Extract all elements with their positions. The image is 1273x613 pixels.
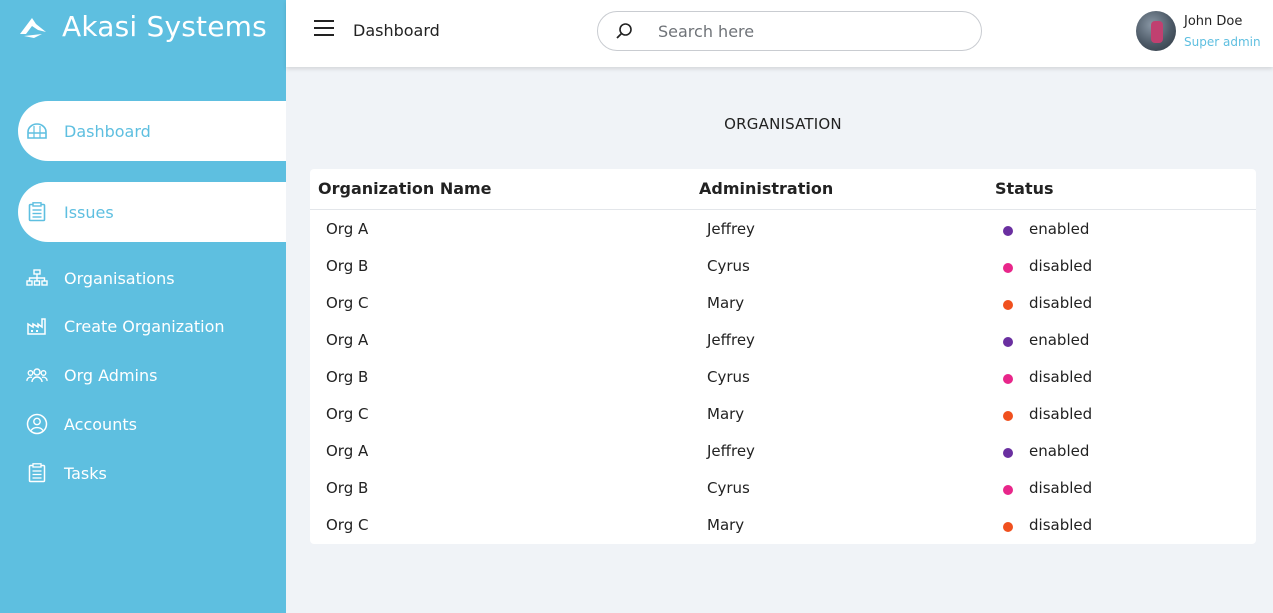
page-title: Dashboard <box>353 21 440 40</box>
status-dot-icon <box>1003 226 1013 236</box>
sidebar-item-label: Create Organization <box>64 316 225 336</box>
cell-organization-name: Org A <box>326 331 369 349</box>
table-row[interactable]: Org C Mary disabled <box>310 285 1256 322</box>
clipboard-list-icon <box>26 201 48 223</box>
status-badge: disabled <box>1029 405 1093 423</box>
cell-administration: Mary <box>707 405 745 423</box>
table-row[interactable]: Org B Cyrus disabled <box>310 248 1256 285</box>
table-row[interactable]: Org A Jeffrey enabled <box>310 322 1256 359</box>
status-dot-icon <box>1003 485 1013 495</box>
sidebar-item-create-organization[interactable]: Create Organization <box>18 314 286 338</box>
section-title: ORGANISATION <box>724 115 842 133</box>
user-menu[interactable]: John Doe Super admin <box>1136 11 1261 51</box>
sidebar-item-label: Org Admins <box>64 365 158 385</box>
status-badge: disabled <box>1029 294 1093 312</box>
brand-name: Akasi Systems <box>62 10 267 43</box>
user-role: Super admin <box>1184 34 1261 49</box>
sidebar-item-label: Issues <box>64 202 114 222</box>
search-icon <box>616 23 632 39</box>
status-dot-icon <box>1003 374 1013 384</box>
sidebar-item-label: Accounts <box>64 414 137 434</box>
cell-organization-name: Org B <box>326 479 369 497</box>
sidebar-item-accounts[interactable]: Accounts <box>18 412 286 436</box>
organisation-table: Organization Name Administration Status … <box>310 169 1256 544</box>
sidebar-item-issues[interactable]: Issues <box>18 182 286 242</box>
cell-organization-name: Org B <box>326 257 369 275</box>
column-header-status[interactable]: Status <box>995 179 1054 198</box>
cell-administration: Cyrus <box>707 368 750 386</box>
cell-administration: Jeffrey <box>707 220 755 238</box>
cell-administration: Cyrus <box>707 479 750 497</box>
user-circle-icon <box>26 413 48 435</box>
cell-organization-name: Org C <box>326 294 369 312</box>
search-box[interactable] <box>597 11 982 51</box>
cell-administration: Jeffrey <box>707 442 755 460</box>
status-dot-icon <box>1003 300 1013 310</box>
cell-organization-name: Org C <box>326 516 369 534</box>
status-badge: disabled <box>1029 516 1093 534</box>
status-badge: enabled <box>1029 331 1090 349</box>
sidebar-item-tasks[interactable]: Tasks <box>18 461 286 485</box>
sidebar-item-label: Tasks <box>64 463 107 483</box>
table-row[interactable]: Org C Mary disabled <box>310 507 1256 544</box>
status-badge: enabled <box>1029 442 1090 460</box>
sidebar-item-label: Organisations <box>64 268 175 288</box>
status-dot-icon <box>1003 337 1013 347</box>
cell-administration: Cyrus <box>707 257 750 275</box>
status-badge: enabled <box>1029 220 1090 238</box>
cell-organization-name: Org B <box>326 368 369 386</box>
status-badge: disabled <box>1029 368 1093 386</box>
org-chart-icon <box>26 267 48 289</box>
factory-icon <box>26 315 48 337</box>
cell-administration: Mary <box>707 516 745 534</box>
search-input[interactable] <box>656 20 936 42</box>
sidebar-item-organisations[interactable]: Organisations <box>18 266 286 290</box>
table-header: Organization Name Administration Status <box>310 169 1256 210</box>
column-header-administration[interactable]: Administration <box>699 179 833 198</box>
cell-organization-name: Org C <box>326 405 369 423</box>
cell-administration: Jeffrey <box>707 331 755 349</box>
sidebar-item-org-admins[interactable]: Org Admins <box>18 363 286 387</box>
dome-icon <box>26 120 48 142</box>
status-badge: disabled <box>1029 257 1093 275</box>
sidebar-item-dashboard[interactable]: Dashboard <box>18 101 286 161</box>
cell-organization-name: Org A <box>326 220 369 238</box>
status-dot-icon <box>1003 448 1013 458</box>
column-header-organization-name[interactable]: Organization Name <box>318 179 492 198</box>
table-row[interactable]: Org A Jeffrey enabled <box>310 433 1256 470</box>
group-icon <box>26 364 48 386</box>
status-dot-icon <box>1003 411 1013 421</box>
menu-toggle-icon[interactable] <box>314 20 334 36</box>
table-row[interactable]: Org B Cyrus disabled <box>310 470 1256 507</box>
avatar[interactable] <box>1136 11 1176 51</box>
status-dot-icon <box>1003 522 1013 532</box>
brand[interactable]: Akasi Systems <box>18 10 267 43</box>
clipboard-icon <box>26 462 48 484</box>
top-header: Dashboard John Doe Super admin <box>286 0 1273 67</box>
cell-organization-name: Org A <box>326 442 369 460</box>
logo-icon <box>20 17 46 38</box>
sidebar: Akasi Systems Dashboard Issues Organisat… <box>0 0 286 613</box>
table-row[interactable]: Org A Jeffrey enabled <box>310 211 1256 248</box>
user-name: John Doe <box>1184 13 1243 29</box>
table-row[interactable]: Org C Mary disabled <box>310 396 1256 433</box>
table-row[interactable]: Org B Cyrus disabled <box>310 359 1256 396</box>
status-badge: disabled <box>1029 479 1093 497</box>
cell-administration: Mary <box>707 294 745 312</box>
sidebar-item-label: Dashboard <box>64 121 151 141</box>
status-dot-icon <box>1003 263 1013 273</box>
